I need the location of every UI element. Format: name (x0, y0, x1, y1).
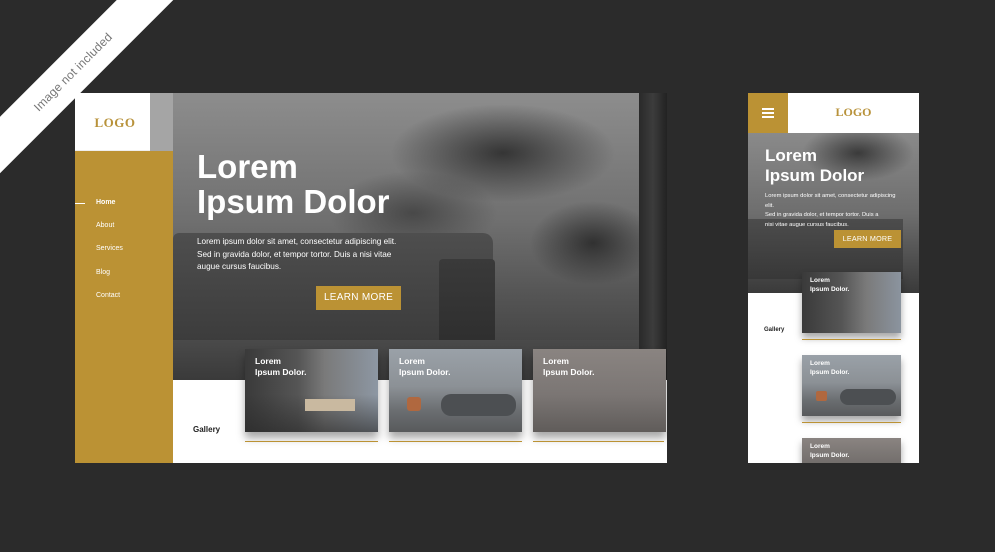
mobile-gallery-card-underline (802, 339, 901, 340)
mobile-gallery-card-label-line-2: Ipsum Dolor. (810, 285, 850, 293)
mobile-learn-more-button[interactable]: LEARN MORE (834, 230, 901, 248)
mobile-hero-description-line-1: Lorem ipsum dolor sit amet, consectetur … (765, 193, 896, 209)
hero-description: Lorem ipsum dolor sit amet, consectetur … (197, 236, 411, 274)
mobile-hero-description: Lorem ipsum dolor sit amet, consectetur … (765, 192, 905, 230)
sidebar-nav: Home About Services Blog Contact (75, 151, 173, 463)
gallery-card-underline (245, 441, 378, 442)
mobile-mockup: LOGO Lorem Ipsum Dolor Lorem ipsum dolor… (748, 93, 919, 463)
desktop-mockup: LOGO Home About Services Blog Contact Lo… (75, 93, 667, 463)
mobile-hero-title-line-1: Lorem (765, 146, 817, 165)
mobile-hero-description-line-2: Sed in gravida dolor, et tempor tortor. … (765, 212, 879, 218)
gallery-image-chair-shape (407, 397, 421, 411)
active-indicator (75, 203, 85, 204)
gallery-card-label-line-1: Lorem (543, 356, 569, 366)
hamburger-bar (762, 116, 774, 118)
gallery-card[interactable]: Lorem Ipsum Dolor. (389, 349, 522, 432)
gallery-card-underline (533, 441, 664, 442)
logo[interactable]: LOGO (75, 115, 155, 131)
gallery-card-label-line-2: Ipsum Dolor. (255, 367, 307, 377)
gallery-heading: Gallery (193, 425, 221, 434)
learn-more-button[interactable]: LEARN MORE (316, 286, 401, 310)
nav-item-blog[interactable]: Blog (96, 269, 110, 276)
hero-title-line-1: Lorem (197, 148, 298, 185)
mobile-gallery-card-label-line-2: Ipsum Dolor. (810, 368, 850, 376)
mobile-hero-title: Lorem Ipsum Dolor (765, 146, 864, 186)
gallery-image-table-shape (305, 399, 355, 411)
mobile-gallery-card[interactable]: Lorem Ipsum Dolor. (802, 355, 901, 416)
nav-item-services[interactable]: Services (96, 245, 123, 252)
gallery-card-label: Lorem Ipsum Dolor. (255, 356, 306, 378)
hero-description-line-3: augue cursus faucibus. (197, 262, 282, 271)
gallery-card-label-line-2: Ipsum Dolor. (399, 367, 451, 377)
mobile-gallery-card-label: Lorem Ipsum Dolor. (810, 277, 849, 294)
mobile-gallery-card-label: Lorem Ipsum Dolor. (810, 443, 849, 460)
hero-curtain-shape (639, 93, 667, 380)
hero-title: Lorem Ipsum Dolor (197, 149, 390, 219)
mobile-gallery-card-underline (802, 422, 901, 423)
gallery-card-label-line-2: Ipsum Dolor. (543, 367, 595, 377)
logo-box[interactable]: LOGO (75, 93, 150, 151)
nav-item-home[interactable]: Home (96, 199, 115, 206)
gallery-card[interactable]: Lorem Ipsum Dolor. (533, 349, 666, 432)
hamburger-icon[interactable] (748, 93, 788, 133)
mobile-gallery-card-label: Lorem Ipsum Dolor. (810, 360, 849, 377)
gallery-card-label: Lorem Ipsum Dolor. (543, 356, 594, 378)
nav-item-contact[interactable]: Contact (96, 292, 120, 299)
mobile-logo[interactable]: LOGO (788, 105, 919, 120)
mobile-gallery-card[interactable]: Lorem Ipsum Dolor. (802, 272, 901, 333)
mobile-hero-description-line-3: nisi vitae augue cursus faucibus. (765, 221, 849, 228)
hamburger-bar (762, 112, 774, 114)
hero-description-line-2: Sed in gravida dolor, et tempor tortor. … (197, 249, 392, 259)
mobile-hero-title-line-2: Ipsum Dolor (765, 166, 865, 185)
hero-description-line-1: Lorem ipsum dolor sit amet, consectetur … (197, 237, 397, 246)
nav-item-about[interactable]: About (96, 222, 114, 229)
gallery-card-label: Lorem Ipsum Dolor. (399, 356, 450, 378)
mobile-gallery-card-label-line-2: Ipsum Dolor. (810, 451, 850, 459)
gallery-image-couch-shape (441, 394, 516, 416)
mobile-gallery-heading: Gallery (764, 327, 785, 333)
gallery-card-underline (389, 441, 522, 442)
mobile-gallery-card-label-line-1: Lorem (810, 443, 830, 450)
mobile-gallery-image-couch-shape (840, 389, 896, 405)
logo-stripe (150, 93, 173, 151)
gallery-card-label-line-1: Lorem (399, 356, 425, 366)
gallery-card[interactable]: Lorem Ipsum Dolor. (245, 349, 378, 432)
mobile-gallery-card[interactable]: Lorem Ipsum Dolor. (802, 438, 901, 463)
gallery-card-label-line-1: Lorem (255, 356, 281, 366)
mobile-gallery-card-label-line-1: Lorem (810, 360, 830, 367)
hamburger-bar (762, 108, 774, 110)
hero-title-line-2: Ipsum Dolor (197, 183, 390, 220)
mobile-gallery-card-label-line-1: Lorem (810, 277, 830, 284)
mobile-gallery-image-chair-shape (816, 391, 827, 401)
